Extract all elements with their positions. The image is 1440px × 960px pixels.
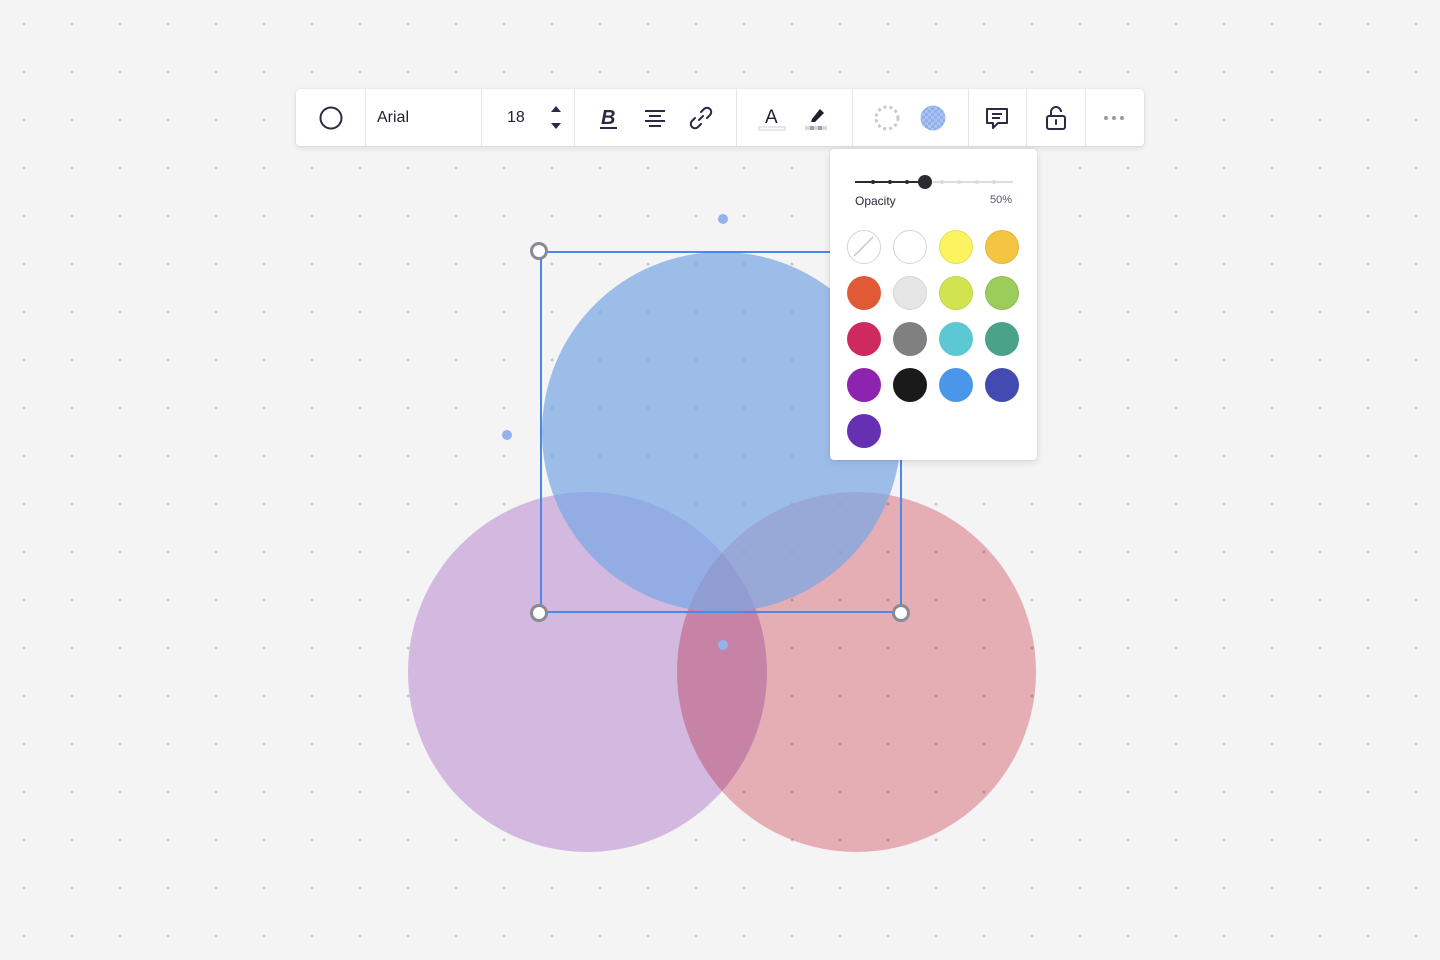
chevron-down-icon[interactable] xyxy=(549,121,563,131)
color-swatch-gray[interactable] xyxy=(893,322,927,356)
align-center-icon xyxy=(645,109,665,127)
bold-button[interactable]: B xyxy=(589,89,629,146)
chevron-up-icon[interactable] xyxy=(549,104,563,114)
highlight-color-button[interactable] xyxy=(796,89,836,146)
resize-handle-bottom-right[interactable] xyxy=(892,604,910,622)
svg-text:B: B xyxy=(601,107,615,129)
opacity-label: Opacity xyxy=(855,194,896,208)
color-swatch-cyan[interactable] xyxy=(939,322,973,356)
border-style-icon xyxy=(874,105,900,130)
fill-color-icon xyxy=(920,105,946,130)
font-family-value: Arial xyxy=(377,108,410,126)
link-icon xyxy=(689,106,713,129)
color-swatch-violet[interactable] xyxy=(847,414,881,448)
border-style-button[interactable] xyxy=(867,89,907,146)
lock-open-icon xyxy=(1046,105,1066,130)
connector-anchor-bottom[interactable] xyxy=(718,640,728,650)
link-button[interactable] xyxy=(681,89,721,146)
comment-button[interactable] xyxy=(976,89,1018,146)
opacity-slider-thumb xyxy=(918,175,932,189)
text-color-icon: A xyxy=(758,107,786,130)
fill-color-popover: Opacity 50% xyxy=(830,149,1037,460)
color-swatch-green[interactable] xyxy=(985,276,1019,310)
font-family-select[interactable]: Arial xyxy=(366,89,481,146)
font-size-value: 18 xyxy=(507,109,525,126)
text-color-button[interactable]: A xyxy=(752,89,792,146)
align-center-button[interactable] xyxy=(635,89,675,146)
circle-icon xyxy=(319,106,342,129)
color-swatch-yellow[interactable] xyxy=(939,230,973,264)
opacity-slider[interactable] xyxy=(852,173,1016,191)
more-button[interactable] xyxy=(1094,89,1134,146)
comment-icon xyxy=(986,107,1008,129)
color-swatch-crimson[interactable] xyxy=(847,322,881,356)
opacity-value: 50% xyxy=(989,194,1012,206)
resize-handle-top-left[interactable] xyxy=(530,242,548,260)
connector-anchor-top[interactable] xyxy=(718,214,728,224)
no-fill-icon xyxy=(853,236,874,257)
color-swatch-amber[interactable] xyxy=(985,230,1019,264)
color-swatch-none[interactable] xyxy=(847,230,881,264)
color-swatch-orange-red[interactable] xyxy=(847,276,881,310)
fill-color-button[interactable] xyxy=(913,89,953,146)
lock-button[interactable] xyxy=(1036,89,1076,146)
color-swatch-purple[interactable] xyxy=(847,368,881,402)
color-swatch-teal[interactable] xyxy=(985,322,1019,356)
bold-icon: B xyxy=(600,107,617,129)
resize-handle-bottom-left[interactable] xyxy=(530,604,548,622)
color-swatch-lime[interactable] xyxy=(939,276,973,310)
color-swatch-light-gray[interactable] xyxy=(893,276,927,310)
color-swatch-blue[interactable] xyxy=(939,368,973,402)
highlighter-icon xyxy=(805,108,827,130)
color-swatch-indigo[interactable] xyxy=(985,368,1019,402)
svg-text:A: A xyxy=(765,107,778,128)
context-toolbar: Arial 18 B A xyxy=(296,89,1144,146)
more-icon xyxy=(1104,115,1124,120)
shape-type-button[interactable] xyxy=(296,89,365,146)
color-swatch-black[interactable] xyxy=(893,368,927,402)
connector-anchor-left[interactable] xyxy=(502,430,512,440)
color-swatch-white[interactable] xyxy=(893,230,927,264)
font-size-stepper[interactable]: 18 xyxy=(482,89,574,146)
